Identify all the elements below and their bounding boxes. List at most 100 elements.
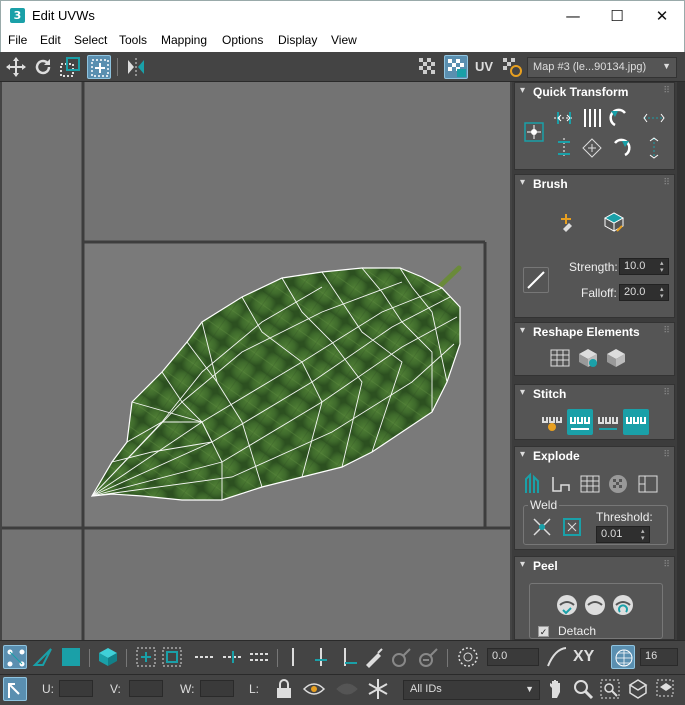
relax-icon[interactable] <box>575 345 601 371</box>
menu-mapping[interactable]: Mapping <box>161 33 207 47</box>
zoom-icon[interactable] <box>571 677 595 701</box>
align-horizontal-icon[interactable] <box>551 105 577 131</box>
loop-icon[interactable] <box>193 645 217 669</box>
explode-header[interactable]: Explode <box>515 447 674 467</box>
uv-editor-viewport[interactable] <box>2 82 510 640</box>
soft-selection-value[interactable]: 0.0 <box>487 648 539 666</box>
panel-scrollbar[interactable] <box>677 82 685 640</box>
detach-checkbox[interactable]: ✓ <box>538 626 549 637</box>
reshape-elements-header[interactable]: Reshape Elements <box>515 323 674 343</box>
vertex-mode-icon[interactable] <box>3 645 27 669</box>
peel-mode-icon[interactable] <box>582 592 608 618</box>
brush-falloff-curve-icon[interactable] <box>523 267 549 293</box>
shrink-selection-icon[interactable] <box>160 645 184 669</box>
map-select-dropdown[interactable]: Map #3 (le...90134.jpg) ▼ <box>527 57 677 78</box>
show-icon[interactable] <box>335 677 359 701</box>
stitch-to-source-icon[interactable] <box>567 409 593 435</box>
map-options-icon[interactable] <box>500 55 524 79</box>
rotate-ccw-icon[interactable] <box>607 105 633 131</box>
paint-select-grow-icon[interactable] <box>389 645 413 669</box>
w-field[interactable] <box>200 680 234 697</box>
falloff-spinner[interactable]: 20.0 <box>619 284 669 301</box>
strength-spinner[interactable]: 10.0 <box>619 258 669 275</box>
stitch-header[interactable]: Stitch <box>515 385 674 405</box>
relax-brush-icon[interactable] <box>601 209 627 235</box>
scale-icon[interactable] <box>58 55 82 79</box>
ring-icon[interactable] <box>221 645 245 669</box>
flatten-by-smoothing-icon[interactable] <box>635 471 661 497</box>
relax-settings-icon[interactable] <box>603 345 629 371</box>
grid-snap-icon[interactable] <box>611 645 635 669</box>
u-field[interactable] <box>59 680 93 697</box>
reset-peel-icon[interactable] <box>610 592 636 618</box>
weld-target-icon[interactable] <box>559 514 585 540</box>
falloff-curve-icon[interactable] <box>545 645 569 669</box>
minimize-button[interactable]: — <box>550 1 596 31</box>
rotate-cw-icon[interactable] <box>607 135 633 161</box>
peel-group: ✓ Detach <box>529 583 663 639</box>
hide-icon[interactable] <box>302 677 326 701</box>
quick-transform-header[interactable]: Quick Transform <box>515 83 674 103</box>
move-icon[interactable] <box>4 55 28 79</box>
space-horizontal-icon[interactable] <box>641 105 667 131</box>
paint-select-shrink-icon[interactable] <box>416 645 440 669</box>
material-id-select[interactable]: All IDs ▼ <box>403 680 540 700</box>
lock-icon[interactable] <box>272 677 296 701</box>
straighten-icon[interactable] <box>579 135 605 161</box>
stitch-custom-icon[interactable] <box>539 409 565 435</box>
stitch-to-target-icon[interactable] <box>623 409 649 435</box>
menu-options[interactable]: Options <box>222 33 263 47</box>
grow-selection-icon[interactable] <box>134 645 158 669</box>
maximize-button[interactable]: ☐ <box>594 1 640 31</box>
ring-grow-icon[interactable] <box>281 645 305 669</box>
zoom-region-icon[interactable] <box>598 677 622 701</box>
uv-axis-button[interactable]: UV <box>472 55 496 79</box>
stitch-average-icon[interactable] <box>595 409 621 435</box>
checker-pattern-icon[interactable] <box>416 55 440 79</box>
peel-header[interactable]: Peel <box>515 557 674 577</box>
zoom-extents-icon[interactable] <box>626 677 650 701</box>
polygon-mode-icon[interactable] <box>59 645 83 669</box>
brush-header[interactable]: Brush <box>515 175 674 195</box>
v-field[interactable] <box>129 680 163 697</box>
paint-select-icon[interactable] <box>362 645 386 669</box>
close-button[interactable]: ✕ <box>639 1 685 31</box>
menu-view[interactable]: View <box>331 33 357 47</box>
xy-axis-button[interactable]: XY <box>573 645 597 669</box>
show-map-icon[interactable] <box>444 55 468 79</box>
align-vertical-icon[interactable] <box>551 135 577 161</box>
quick-peel-icon[interactable] <box>554 592 580 618</box>
rotate-icon[interactable] <box>31 55 55 79</box>
paint-move-icon[interactable] <box>553 209 579 235</box>
flatten-by-material-icon[interactable] <box>605 471 631 497</box>
menu-tools[interactable]: Tools <box>119 33 147 47</box>
menu-select[interactable]: Select <box>74 33 107 47</box>
chevron-down-icon: ▼ <box>662 61 671 71</box>
break-by-material-icon[interactable] <box>549 471 575 497</box>
ring-shrink-icon[interactable] <box>309 645 333 669</box>
threshold-spinner[interactable]: 0.01 <box>596 526 650 543</box>
menu-edit[interactable]: Edit <box>40 33 61 47</box>
ring-select-icon[interactable] <box>337 645 361 669</box>
distribute-vertical-icon[interactable] <box>579 105 605 131</box>
menu-display[interactable]: Display <box>278 33 317 47</box>
menu-file[interactable]: File <box>8 33 27 47</box>
freeform-icon[interactable] <box>87 55 111 79</box>
edge-mode-icon[interactable] <box>31 645 55 669</box>
map-select-value: Map #3 (le...90134.jpg) <box>533 61 647 73</box>
absolute-offset-icon[interactable] <box>3 677 27 701</box>
space-vertical-icon[interactable] <box>641 135 667 161</box>
loop-grow-icon[interactable] <box>248 645 272 669</box>
mirror-icon[interactable] <box>124 55 148 79</box>
flatten-by-polygon-icon[interactable] <box>577 471 603 497</box>
break-by-smoothing-icon[interactable] <box>521 471 547 497</box>
element-mode-icon[interactable] <box>96 645 120 669</box>
pan-icon[interactable] <box>544 677 568 701</box>
zoom-selected-icon[interactable] <box>654 677 678 701</box>
freeze-icon[interactable] <box>366 677 390 701</box>
align-center-icon[interactable] <box>521 119 547 145</box>
grid-straighten-icon[interactable] <box>547 345 573 371</box>
grid-size-value[interactable]: 16 <box>640 648 678 666</box>
weld-selected-icon[interactable] <box>529 514 555 540</box>
soft-selection-icon[interactable] <box>456 645 480 669</box>
